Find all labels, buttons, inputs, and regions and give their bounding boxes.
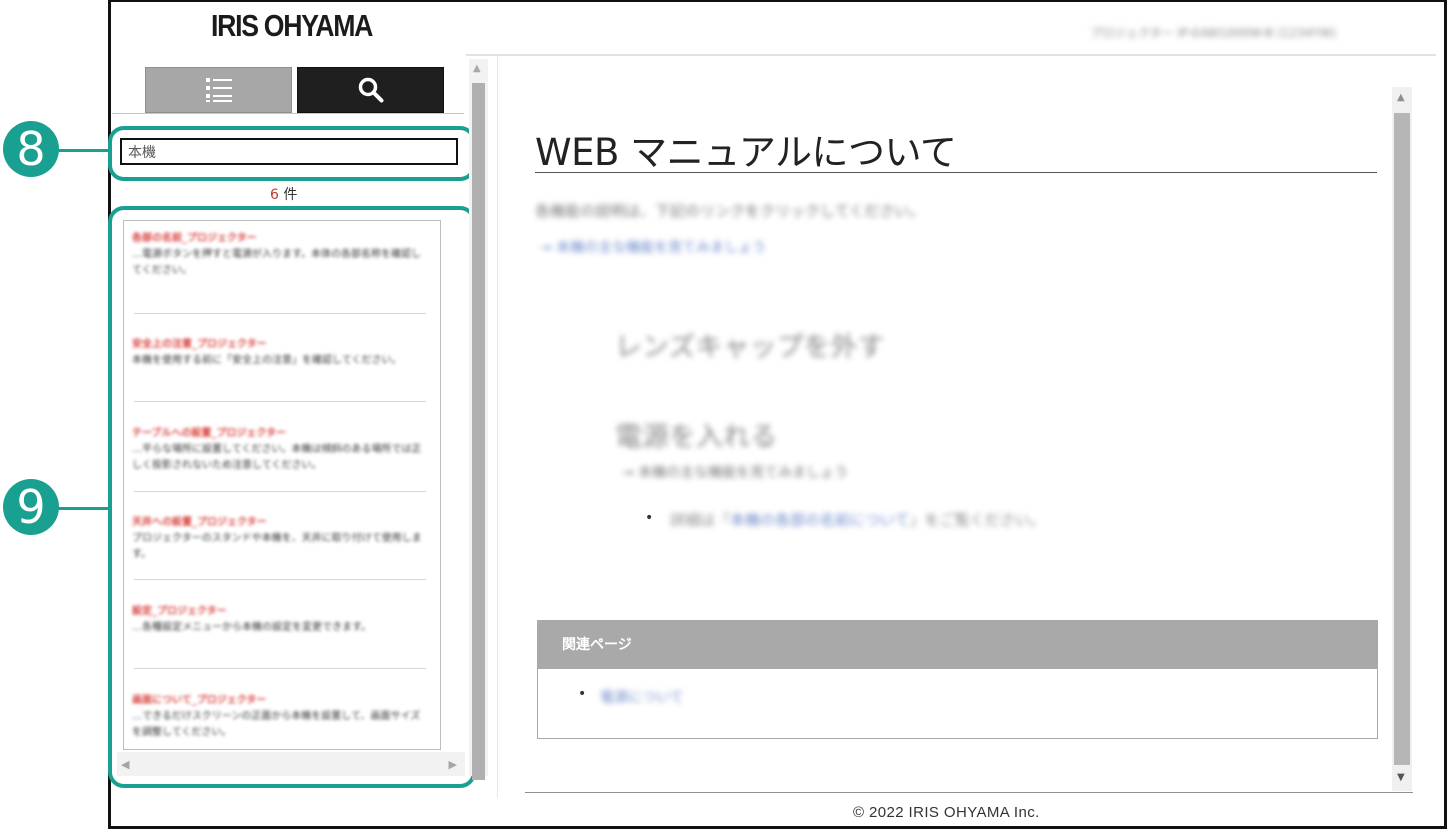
result-title[interactable]: 安全上の注意_プロジェクター (132, 335, 428, 350)
result-snippet: 本機を使用する前に「安全上の注意」を確認してください。 (132, 355, 402, 366)
callout-badge-8: 8 (3, 121, 59, 177)
title-divider (535, 172, 1377, 173)
list-icon (205, 78, 232, 102)
intro-text: 各機能の説明は、下記のリンクをクリックしてください。 (535, 202, 925, 220)
related-pages-heading: 関連ページ (538, 621, 1377, 669)
result-count-unit: 件 (283, 187, 298, 203)
section-heading-power-on: 電源を入れる (615, 422, 777, 453)
search-input[interactable] (120, 138, 458, 165)
list-item[interactable]: 天井への設置_プロジェクター プロジェクターのスタンドや本機を、天井に取り付けて… (132, 513, 428, 563)
bullet-text-tail: 」をご覧ください。 (909, 511, 1045, 529)
list-item[interactable]: 設定_プロジェクター …各種設定メニューから本機の設定を変更できます。 (132, 602, 428, 636)
tab-divider (112, 113, 464, 114)
list-item[interactable]: 画面について_プロジェクター …できるだけスクリーンの正面から本機を設置して、画… (132, 691, 428, 741)
search-results-list: 各部の名前_プロジェクター …電源ボタンを押すと電源が入ります。本体の各部名称を… (123, 220, 441, 750)
scroll-left-icon[interactable]: ◀ (121, 758, 129, 771)
scroll-right-icon[interactable]: ▶ (449, 758, 457, 771)
sidebar-scrollbar[interactable]: ▲ (469, 59, 488, 780)
related-page-link[interactable]: 電源について (600, 687, 684, 707)
list-item[interactable]: 各部の名前_プロジェクター …電源ボタンを押すと電源が入ります。本体の各部名称を… (132, 229, 428, 279)
list-item[interactable]: テーブルへの設置_プロジェクター …平らな場所に設置してください。本機は傾斜のあ… (132, 424, 428, 474)
section-heading-lens-cap: レンズキャップを外す (615, 332, 885, 363)
result-divider (134, 491, 426, 492)
bullet-text: 詳細は「本機の各部の名前について」をご覧ください。 (670, 509, 1045, 530)
footer-divider (525, 792, 1413, 793)
bullet-text-lead: 詳細は「 (670, 511, 731, 529)
content-scroll-thumb[interactable] (1394, 113, 1410, 765)
callout-line-8 (58, 149, 110, 152)
copyright-text: © 2022 IRIS OHYAMA Inc. (853, 804, 1040, 821)
result-title[interactable]: テーブルへの設置_プロジェクター (132, 424, 428, 439)
callout-line-9 (58, 507, 110, 510)
list-item[interactable]: 安全上の注意_プロジェクター 本機を使用する前に「安全上の注意」を確認してくださ… (132, 335, 428, 369)
scroll-up-icon[interactable]: ▲ (1397, 92, 1405, 103)
result-snippet: …電源ボタンを押すと電源が入ります。本体の各部名称を確認してください。 (132, 249, 421, 276)
result-snippet: …平らな場所に設置してください。本機は傾斜のある場所では正しく投影されないため注… (132, 444, 422, 471)
result-title[interactable]: 各部の名前_プロジェクター (132, 229, 428, 244)
sidebar-scroll-thumb[interactable] (472, 83, 485, 780)
result-title[interactable]: 天井への設置_プロジェクター (132, 513, 428, 528)
section-note[interactable]: → 本機の主な機能を見てみましょう (622, 462, 848, 482)
content-scrollbar[interactable]: ▲ ▼ (1392, 87, 1412, 791)
tab-search[interactable] (297, 67, 444, 113)
search-icon (358, 77, 383, 103)
bullet-dot: • (578, 686, 587, 702)
tab-list[interactable] (145, 67, 292, 113)
result-snippet: …各種設定メニューから本機の設定を変更できます。 (132, 622, 371, 633)
result-title[interactable]: 画面について_プロジェクター (132, 691, 428, 706)
bullet-dot: • (645, 510, 654, 526)
scroll-up-icon[interactable]: ▲ (473, 63, 481, 74)
intro-link[interactable]: → 本機の主な機能を見てみましょう (540, 237, 766, 257)
results-horizontal-scrollbar[interactable]: ◀ ▶ (117, 752, 465, 776)
callout-badge-9: 9 (3, 479, 59, 535)
result-snippet: …できるだけスクリーンの正面から本機を設置して、画面サイズを調整してください。 (132, 711, 421, 738)
result-snippet: プロジェクターのスタンドや本機を、天井に取り付けて使用します。 (132, 533, 422, 560)
result-count-number: 6 (270, 187, 279, 203)
result-divider (134, 313, 426, 314)
brand-logo[interactable]: IRIS OHYAMA (211, 8, 373, 44)
scroll-down-icon[interactable]: ▼ (1397, 772, 1405, 783)
page-title: WEB マニュアルについて (535, 131, 957, 174)
result-divider (134, 579, 426, 580)
related-pages-box: 関連ページ • 電源について (537, 620, 1378, 739)
result-divider (134, 401, 426, 402)
document-title: プロジェクター IP-EAW1000W-B (1234YW) (1090, 26, 1337, 40)
parts-link[interactable]: 本機の各部の名前について (730, 511, 910, 529)
result-title[interactable]: 設定_プロジェクター (132, 602, 428, 617)
result-count: 6 件 (270, 184, 297, 204)
result-divider (134, 668, 426, 669)
